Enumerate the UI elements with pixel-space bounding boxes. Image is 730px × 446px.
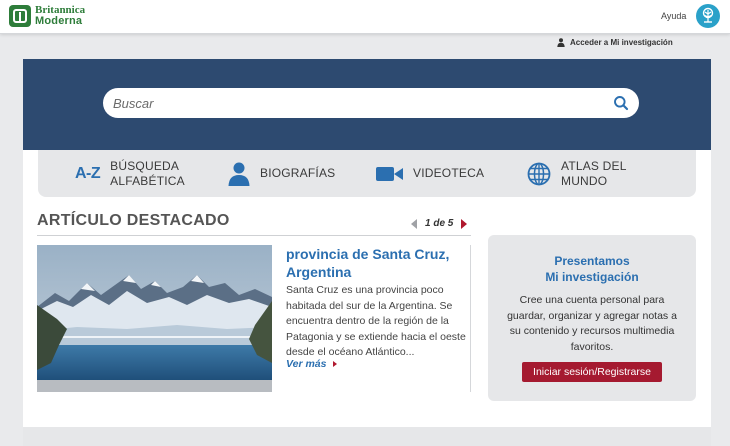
nav-alphabetical-label: BÚSQUEDA ALFABÉTICA <box>110 159 185 189</box>
promo-title-line-1: Presentamos <box>554 254 630 268</box>
my-research-promo: Presentamos Mi investigación Cree una cu… <box>488 235 696 401</box>
read-more-label: Ver más <box>286 358 327 370</box>
featured-article-image[interactable] <box>37 245 272 392</box>
nav-alphabetical-line-1: BÚSQUEDA <box>110 158 180 173</box>
promo-description: Cree una cuenta personal para guardar, o… <box>507 294 677 353</box>
section-divider <box>37 235 471 236</box>
my-research-link[interactable]: Acceder a Mi investigación <box>557 38 673 47</box>
featured-pager: 1 de 5 <box>411 218 468 229</box>
logo-text: Britannica Moderna <box>35 5 85 27</box>
main-panel: A-Z BÚSQUEDA ALFABÉTICA BIOGRAFÍAS VIDEO… <box>23 150 711 427</box>
nav-alphabetical-search[interactable]: A-Z BÚSQUEDA ALFABÉTICA <box>75 150 185 197</box>
logo-line-2: Moderna <box>35 15 83 27</box>
britannica-logo-icon <box>9 5 31 27</box>
featured-article-summary: Santa Cruz es una provincia poco habitad… <box>286 284 466 358</box>
nav-video-library-label: VIDEOTECA <box>413 166 485 180</box>
my-research-label: Acceder a Mi investigación <box>570 38 673 47</box>
previous-arrow-icon[interactable] <box>411 218 417 229</box>
a-z-icon: A-Z <box>75 164 101 182</box>
search-box <box>103 88 639 118</box>
nav-world-atlas[interactable]: ATLAS DEL MUNDO <box>527 150 627 197</box>
nav-world-atlas-label: ATLAS DEL MUNDO <box>561 159 627 189</box>
nav-biographies[interactable]: BIOGRAFÍAS <box>228 150 335 197</box>
category-nav: A-Z BÚSQUEDA ALFABÉTICA BIOGRAFÍAS VIDEO… <box>38 150 696 197</box>
read-more-link[interactable]: Ver más <box>286 358 338 370</box>
next-arrow-icon[interactable] <box>461 218 468 229</box>
nav-biographies-label: BIOGRAFÍAS <box>260 166 336 180</box>
nav-atlas-line-2: MUNDO <box>561 173 608 188</box>
nav-video-library[interactable]: VIDEOTECA <box>376 150 484 197</box>
article-divider <box>470 245 471 392</box>
user-icon <box>557 38 565 47</box>
featured-article-title[interactable]: provincia de Santa Cruz, Argentina <box>286 245 471 281</box>
next-section-strip <box>23 427 711 446</box>
top-bar: Britannica Moderna Ayuda <box>0 0 730 34</box>
search-input[interactable] <box>113 93 593 113</box>
pager-count: 1 de 5 <box>425 218 454 229</box>
nav-alphabetical-line-2: ALFABÉTICA <box>110 173 185 188</box>
nav-atlas-line-1: ATLAS DEL <box>561 158 627 173</box>
globe-icon <box>527 162 551 185</box>
help-link[interactable]: Ayuda <box>661 11 686 21</box>
search-banner <box>23 59 711 150</box>
featured-section-title: ARTÍCULO DESTACADO <box>37 212 230 229</box>
search-icon[interactable] <box>613 95 629 111</box>
video-camera-icon <box>376 166 403 181</box>
sign-in-register-button[interactable]: Iniciar sesión/Registrarse <box>522 362 662 382</box>
person-icon <box>228 162 250 186</box>
read-more-arrow-icon <box>333 361 338 367</box>
britannica-logo[interactable]: Britannica Moderna <box>9 5 85 27</box>
tree-logo-icon[interactable] <box>696 4 720 28</box>
promo-title-line-2: Mi investigación <box>545 270 639 284</box>
promo-title: Presentamos Mi investigación <box>488 253 696 285</box>
